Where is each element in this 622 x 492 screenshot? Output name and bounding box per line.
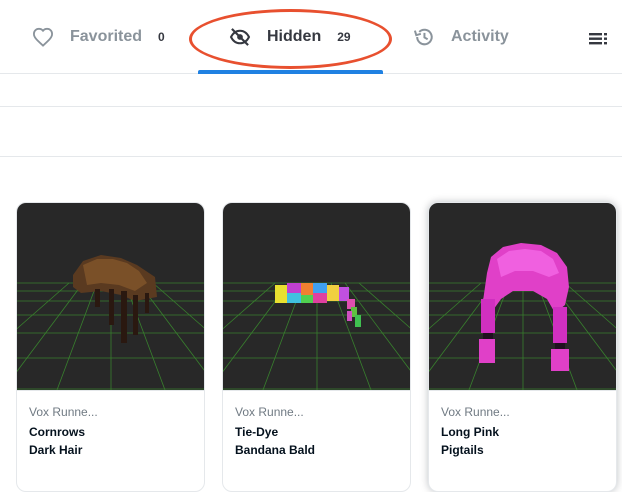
- asset-image: [429, 203, 616, 390]
- collection-name[interactable]: Vox Runne...: [29, 405, 192, 419]
- asset-name-line1: Tie-Dye: [235, 425, 279, 439]
- cornrows-hair-model: [73, 255, 157, 343]
- tab-favorited-count: 0: [158, 29, 165, 44]
- pink-pigtails-model: [479, 243, 569, 371]
- asset-card[interactable]: Vox Runne... Long Pink Pigtails: [428, 202, 617, 492]
- tab-activity-label: Activity: [451, 27, 509, 45]
- asset-name-line1: Cornrows: [29, 425, 86, 439]
- asset-card[interactable]: Vox Runne... Cornrows Dark Hair: [16, 202, 205, 492]
- asset-info: Vox Runne... Tie-Dye Bandana Bald: [223, 390, 410, 459]
- tab-favorited-label: Favorited: [70, 27, 143, 45]
- list-menu-icon[interactable]: [589, 32, 609, 50]
- asset-card[interactable]: Vox Runne... Tie-Dye Bandana Bald: [222, 202, 411, 492]
- collection-name[interactable]: Vox Runne...: [235, 405, 398, 419]
- asset-name-line2: Pigtails: [441, 443, 484, 457]
- tie-dye-bandana-model: [275, 283, 361, 327]
- asset-image: [17, 203, 204, 390]
- heart-icon: [32, 27, 54, 47]
- tab-bar: Favorited 0 Hidden 29 Activity: [0, 0, 622, 74]
- tab-hidden[interactable]: Hidden 29: [229, 0, 351, 73]
- filter-bar: [0, 74, 622, 107]
- tab-hidden-count: 29: [337, 29, 351, 44]
- collection-name[interactable]: Vox Runne...: [441, 405, 604, 419]
- results-bar: [0, 107, 622, 157]
- asset-info: Vox Runne... Cornrows Dark Hair: [17, 390, 204, 459]
- tab-activity[interactable]: Activity: [413, 0, 509, 73]
- asset-name-line1: Long Pink: [441, 425, 499, 439]
- asset-info: Vox Runne... Long Pink Pigtails: [429, 390, 616, 459]
- history-icon: [413, 27, 435, 47]
- tab-hidden-label: Hidden: [267, 27, 322, 45]
- asset-image: [223, 203, 410, 390]
- tab-favorited[interactable]: Favorited 0: [32, 0, 165, 73]
- asset-name-line2: Dark Hair: [29, 443, 83, 457]
- eye-off-icon: [229, 27, 251, 46]
- asset-name-line2: Bandana Bald: [235, 443, 316, 457]
